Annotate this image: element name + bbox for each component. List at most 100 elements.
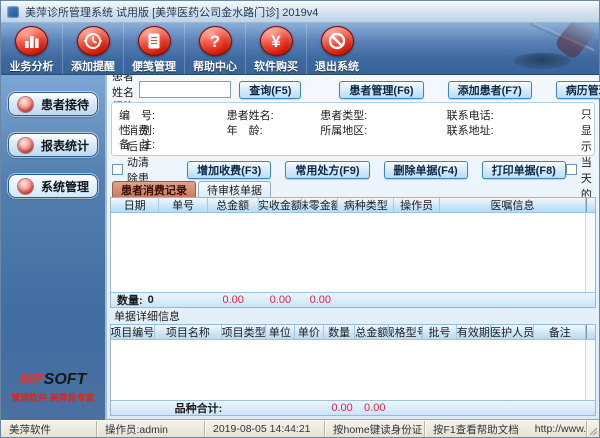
add-charge-button[interactable]: 增加收费(F3) bbox=[187, 161, 271, 179]
action-row: 消费后自动清除患者信息 增加收费(F3) 常用处方(F9) 删除单据(F4) 打… bbox=[110, 159, 596, 180]
yen-glyph: ¥ bbox=[271, 33, 280, 50]
header-cell-total: 总金额 bbox=[355, 325, 389, 339]
toolbar-item-help-center[interactable]: ? 帮助中心 bbox=[184, 23, 245, 74]
toolbar-item-add-reminder[interactable]: 添加提醒 bbox=[62, 23, 123, 74]
question-icon: ? bbox=[199, 26, 232, 56]
mpsoft-logo: MPSOFT 管理软件 美萍是专家 bbox=[1, 371, 105, 404]
patient-manage-button[interactable]: 患者管理(F6) bbox=[339, 81, 423, 99]
medicine-spoon-decoration bbox=[449, 23, 599, 75]
bar-chart-icon bbox=[15, 26, 48, 56]
records-table-header: 日期 单号 总金额 实收金额 抹零金额 病种类型 操作员 医嘱信息 bbox=[111, 198, 595, 213]
sidebar-item-patient-reception[interactable]: 患者接待 bbox=[8, 92, 98, 116]
header-cell-remark: 备注 bbox=[534, 325, 586, 339]
home-key-hint: 按home键读身份证 bbox=[325, 421, 425, 437]
logo-mp-text: MP bbox=[20, 371, 44, 388]
spoon-bowl-shape bbox=[513, 53, 571, 69]
header-cell-medical-advice: 医嘱信息 bbox=[440, 198, 586, 212]
detail-section-title: 单据详细信息 bbox=[110, 308, 596, 324]
main-panel: 患者姓名(F2): 查询(F5) 患者管理(F6) 添加患者(F7) 病历管理(… bbox=[107, 75, 599, 420]
toolbar-item-software-purchase[interactable]: ¥ 软件购买 bbox=[245, 23, 306, 74]
logo-soft-text: SOFT bbox=[44, 371, 87, 388]
received-amount-value: 0.00 bbox=[259, 294, 303, 306]
sidebar-item-label: 患者接待 bbox=[41, 96, 89, 113]
toolbar-item-business-analysis[interactable]: 业务分析 bbox=[1, 23, 62, 74]
header-cell-order-no: 单号 bbox=[159, 198, 207, 212]
toolbar-label: 软件购买 bbox=[254, 58, 298, 74]
records-summary-row: 数量: 0 0.00 0.00 0.00 bbox=[111, 292, 595, 307]
scrollbar-track[interactable] bbox=[586, 325, 595, 339]
variety-qty-value: 0.00 bbox=[326, 402, 357, 414]
detail-table-body[interactable] bbox=[111, 340, 595, 400]
help-segment: 按F1查看帮助文档 http://www.mpsoft.net.cn bbox=[425, 421, 587, 437]
tab-pending-documents[interactable]: 待审核单据 bbox=[198, 181, 271, 197]
toolbar-label: 添加提醒 bbox=[71, 58, 115, 74]
sidebar-item-label: 系统管理 bbox=[41, 178, 89, 195]
header-cell-disease-type: 病种类型 bbox=[338, 198, 394, 212]
red-orb-icon bbox=[18, 97, 33, 112]
app-icon bbox=[7, 6, 19, 18]
delete-document-button[interactable]: 删除单据(F4) bbox=[384, 161, 468, 179]
search-row: 患者姓名(F2): 查询(F5) 患者管理(F6) 添加患者(F7) 病历管理(… bbox=[110, 78, 596, 101]
header-cell-medical-staff: 医护人员 bbox=[491, 325, 535, 339]
tab-consumption-records[interactable]: 患者消费记录 bbox=[112, 181, 196, 197]
header-cell-item-no: 项目编号 bbox=[111, 325, 155, 339]
age-label: 年 龄: bbox=[227, 122, 321, 138]
quantity-value: 0 bbox=[148, 294, 154, 306]
operator-label: 操作员:admin bbox=[97, 421, 205, 437]
website-url: http://www.mpsoft.net.cn bbox=[535, 423, 587, 435]
patient-info-panel: 编 号: 患者姓名: 患者类型: 联系电话: 性 别: 年 龄: 所属地区: 联… bbox=[111, 102, 595, 156]
header-cell-quantity: 数量 bbox=[324, 325, 355, 339]
rounding-amount-value: 0.00 bbox=[302, 294, 338, 306]
checkbox-icon bbox=[112, 164, 123, 175]
tab-row: 患者消费记录 待审核单据 bbox=[110, 180, 596, 197]
header-cell-date: 日期 bbox=[111, 198, 159, 212]
window-title: 美萍诊所管理系统 试用版 [美萍医药公司金水路门诊] 2019v4 bbox=[25, 4, 318, 20]
quantity-label: 数量: bbox=[117, 292, 143, 308]
content-area: 患者接待 报表统计 系统管理 MPSOFT 管理软件 美萍是专家 患者姓名(F2… bbox=[1, 75, 599, 420]
common-prescription-button[interactable]: 常用处方(F9) bbox=[285, 161, 369, 179]
medical-record-button[interactable]: 病历管理(F10) bbox=[556, 81, 600, 99]
toolbar-item-notes-management[interactable]: 便笺管理 bbox=[123, 23, 184, 74]
note-icon bbox=[138, 26, 171, 56]
scrollbar-track[interactable] bbox=[586, 198, 595, 212]
ban-icon bbox=[321, 26, 354, 56]
header-cell-item-type: 项目类型 bbox=[222, 325, 266, 339]
records-table-body[interactable] bbox=[111, 213, 595, 292]
toolbar-label: 业务分析 bbox=[10, 58, 54, 74]
header-cell-batch-no: 批号 bbox=[423, 325, 457, 339]
main-toolbar: 业务分析 添加提醒 便笺管理 ? 帮助中心 ¥ 软件购买 bbox=[1, 23, 599, 75]
sidebar: 患者接待 报表统计 系统管理 MPSOFT 管理软件 美萍是专家 bbox=[1, 75, 107, 420]
header-cell-received-amount: 实收金额 bbox=[259, 198, 303, 212]
header-cell-unit: 单位 bbox=[266, 325, 295, 339]
header-cell-total-amount: 总金额 bbox=[208, 198, 259, 212]
header-cell-operator: 操作员 bbox=[394, 198, 440, 212]
datetime-label: 2019-08-05 14:44:21 bbox=[205, 421, 325, 437]
application-window: 美萍诊所管理系统 试用版 [美萍医药公司金水路门诊] 2019v4 业务分析 添… bbox=[0, 0, 600, 438]
detail-summary-row: 品种合计: 0.00 0.00 bbox=[111, 400, 595, 415]
logo-slogan: 管理软件 美萍是专家 bbox=[1, 391, 105, 404]
patient-name-input[interactable] bbox=[139, 81, 231, 98]
resize-grip[interactable] bbox=[587, 421, 599, 437]
variety-amount-value: 0.00 bbox=[358, 402, 392, 414]
region-label: 所属地区: bbox=[320, 122, 446, 138]
detail-table-header: 项目编号 项目名称 项目类型 单位 单价 数量 总金额 规格型号 批号 有效期 … bbox=[111, 325, 595, 340]
total-amount-value: 0.00 bbox=[208, 294, 259, 306]
header-cell-spec-model: 规格型号 bbox=[389, 325, 423, 339]
red-orb-icon bbox=[18, 179, 33, 194]
toolbar-label: 退出系统 bbox=[315, 58, 359, 74]
print-document-button[interactable]: 打印单据(F8) bbox=[482, 161, 566, 179]
variety-total-label: 品种合计: bbox=[111, 400, 222, 416]
sidebar-item-label: 报表统计 bbox=[41, 137, 89, 154]
query-button[interactable]: 查询(F5) bbox=[239, 81, 301, 99]
question-glyph: ? bbox=[210, 33, 220, 50]
add-patient-button[interactable]: 添加患者(F7) bbox=[448, 81, 532, 99]
header-cell-unit-price: 单价 bbox=[295, 325, 324, 339]
f1-help-hint: 按F1查看帮助文档 bbox=[433, 422, 519, 437]
checkbox-icon bbox=[566, 164, 577, 175]
toolbar-item-exit-system[interactable]: 退出系统 bbox=[306, 23, 367, 74]
statusbar: 美萍软件 操作员:admin 2019-08-05 14:44:21 按home… bbox=[1, 420, 599, 437]
sidebar-item-report-statistics[interactable]: 报表统计 bbox=[8, 133, 98, 157]
toolbar-label: 便笺管理 bbox=[132, 58, 176, 74]
header-cell-item-name: 项目名称 bbox=[155, 325, 223, 339]
sidebar-item-system-management[interactable]: 系统管理 bbox=[8, 174, 98, 198]
